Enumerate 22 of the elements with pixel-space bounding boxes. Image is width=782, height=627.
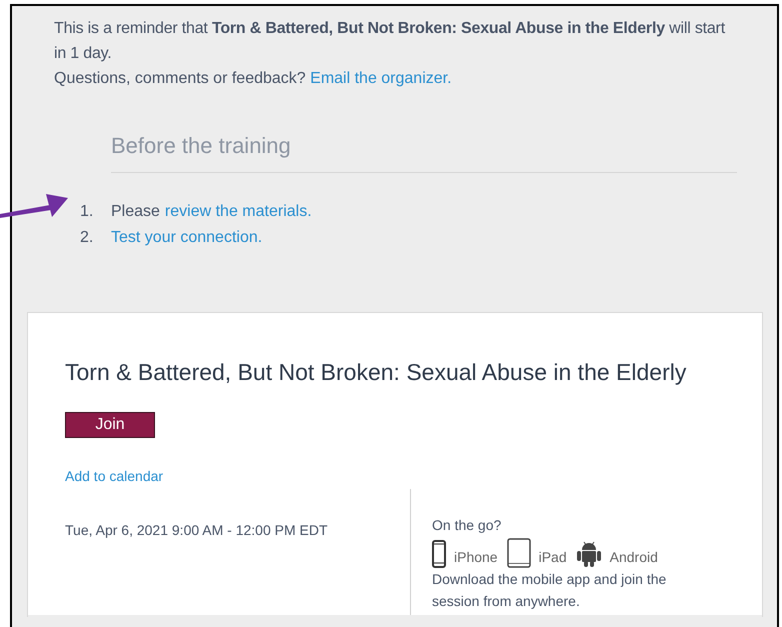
step-text: Please (111, 202, 160, 222)
reminder-text: This is a reminder that Torn & Battered, But Not Broken: Sexual Abuse in the Elderly will start in 1 day. (54, 19, 726, 64)
mobile-note: Download the mobile app and join the session from anywhere. (432, 570, 668, 611)
phone-icon (432, 540, 446, 568)
android-icon (576, 540, 602, 568)
list-number: 1. (80, 202, 94, 222)
step-link[interactable]: Test your connection. (111, 225, 262, 250)
email-organizer-link[interactable]: Email the organizer. (310, 70, 452, 87)
step-link[interactable]: review the materials. (164, 199, 312, 224)
app-link[interactable]: iPad (538, 546, 567, 568)
tablet-icon (506, 538, 531, 568)
event-date-time: Tue, Apr 6, 2021 9:00 AM - 12:00 PM EDT (65, 522, 328, 538)
list-number: 2. (80, 228, 94, 248)
join-button[interactable]: Join (65, 412, 155, 438)
event-title: Torn & Battered, But Not Broken: Sexual Abuse in the Elderly (65, 358, 688, 387)
app-link[interactable]: iPhone (454, 546, 498, 568)
app-link[interactable]: Android (610, 546, 658, 568)
add-to-calendar-link[interactable]: Add to calendar (65, 466, 164, 486)
section-heading: Before the training (111, 132, 292, 160)
arrow-annotation (0, 193, 70, 219)
mobile-heading: On the go? (432, 516, 502, 535)
feedback-text: Questions, comments or feedback? (54, 70, 306, 87)
